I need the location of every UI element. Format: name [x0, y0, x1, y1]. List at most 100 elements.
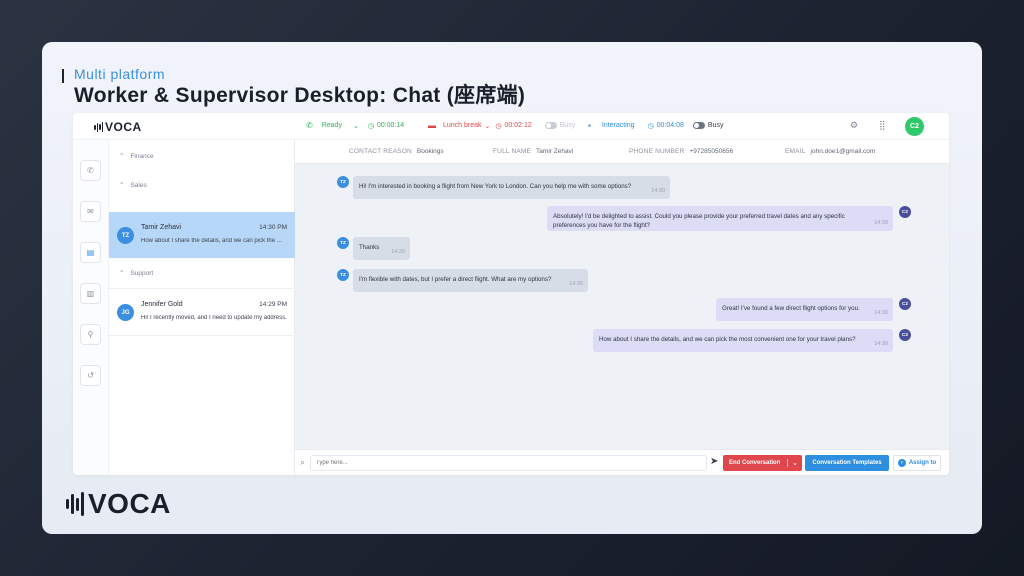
rail-history-button[interactable]: ↺	[80, 365, 101, 386]
message-text: Great! I've found a few direct flight op…	[722, 305, 860, 312]
message-time: 14:30	[874, 341, 888, 347]
message-avatar: C2	[899, 329, 911, 341]
attachment-icon[interactable]: ⌕	[300, 457, 305, 468]
conversation-item[interactable]: JG Jennifer Gold 14:29 PM Hi! I recently…	[109, 289, 295, 335]
chevron-up-icon: ⌃	[119, 182, 125, 189]
conversation-time: 14:29 PM	[259, 301, 287, 308]
contact-info-bar: CONTACT REASON Bookings FULL NAME Tamir Ze…	[295, 140, 949, 164]
group-label: Finance	[130, 152, 154, 160]
dialpad-icon[interactable]: ⣿	[879, 120, 886, 131]
message-time: 14:30	[569, 281, 583, 287]
user-avatar[interactable]: C2	[905, 117, 924, 136]
divider	[109, 335, 295, 336]
rail-phone-button[interactable]: ✆	[80, 160, 101, 181]
conversation-templates-button[interactable]: Conversation Templates	[805, 455, 889, 471]
contact-full-name: FULL NAME Tamir Zehavi	[493, 148, 574, 155]
message-text: Hi! I'm interested in booking a flight f…	[359, 183, 632, 190]
app-logo-text: VOCA	[105, 120, 142, 134]
lunch-label: Lunch break	[443, 122, 482, 129]
chevron-up-icon: ⌃	[119, 270, 125, 277]
message-time: 14:30	[651, 188, 665, 194]
conversation-preview: How about I share the details, and we ca…	[141, 238, 287, 244]
network-icon: ⚲	[87, 330, 94, 339]
assign-to-button[interactable]: › Assign to	[893, 455, 941, 471]
brand-logo: VOCA	[66, 488, 171, 520]
busy-toggle[interactable]	[692, 122, 705, 129]
assign-to-label: Assign to	[908, 460, 937, 466]
message-avatar: TZ	[337, 237, 349, 249]
composer: ⌕ ➤ End Conversation ⌄ Conversation Temp…	[295, 449, 949, 475]
slide-card: Multi platform Worker & Supervisor Deskt…	[42, 42, 982, 534]
chat-icon: ▤	[86, 248, 95, 257]
lunch-busy-label: Busy	[559, 122, 576, 129]
stats-icon: ▥	[86, 289, 95, 298]
chat-pane: CONTACT REASON Bookings FULL NAME Tamir Ze…	[295, 140, 949, 475]
interacting-timer: 00:04:08	[656, 122, 684, 129]
conversation-time: 14:30 PM	[259, 224, 287, 231]
send-icon[interactable]: ➤	[710, 456, 718, 467]
filter-settings-icon[interactable]: ⚙	[850, 120, 858, 131]
interacting-label: Interacting	[601, 122, 635, 129]
chevron-down-icon[interactable]: ⌄	[353, 122, 359, 130]
logo-waves-icon	[66, 492, 84, 516]
avatar: TZ	[117, 227, 134, 244]
clock-icon: ◷	[495, 122, 502, 130]
chevron-up-icon: ⌃	[119, 153, 125, 160]
status-ready[interactable]: ✆ Ready ⌄ ◷ 00:00:14	[306, 121, 404, 130]
phone-icon: ✆	[306, 121, 313, 130]
message-bubble: Hi! I'm interested in booking a flight f…	[353, 176, 670, 199]
message-avatar: TZ	[337, 269, 349, 281]
message-input[interactable]	[310, 455, 707, 471]
end-conversation-button[interactable]: End Conversation ⌄	[723, 455, 802, 471]
brand-logo-text: VOCA	[88, 488, 171, 519]
status-lunch[interactable]: ▬ Lunch break ⌄ ◷ 00:02:12 Busy	[428, 121, 575, 130]
message-avatar: C2	[899, 298, 911, 310]
history-icon: ↺	[87, 371, 94, 380]
ready-timer: 00:00:14	[376, 122, 405, 129]
conversation-preview: Hi! I recently moved, and I need to upda…	[141, 315, 287, 321]
status-interacting[interactable]: ▪ Interacting ◷ 00:04:08 Busy	[588, 121, 723, 130]
lunch-icon: ▬	[428, 121, 436, 130]
conversation-item[interactable]: TZ Tamir Zehavi 14:30 PM How about I sha…	[109, 212, 295, 258]
conversation-name: Jennifer Gold	[141, 301, 183, 308]
message-time: 14:30	[391, 249, 405, 255]
logo-waves-icon	[94, 122, 103, 132]
end-conversation-label: End Conversation	[729, 460, 781, 466]
lunch-busy-toggle[interactable]	[544, 122, 557, 129]
arrow-right-icon: ›	[897, 459, 906, 467]
message-text: Thanks	[359, 244, 380, 251]
message-text: How about I share the details, and we ca…	[599, 336, 856, 343]
avatar: JG	[117, 304, 134, 321]
rail-stats-button[interactable]: ▥	[80, 283, 101, 304]
message-bubble: Great! I've found a few direct flight op…	[716, 298, 893, 321]
rail-network-button[interactable]: ⚲	[80, 324, 101, 345]
message-text: Absolutely! I'd be delighted to assist. …	[553, 213, 845, 229]
group-label: Support	[130, 269, 154, 277]
top-bar: VOCA ✆ Ready ⌄ ◷ 00:00:14 ▬ Lunch break …	[73, 113, 949, 140]
app-logo: VOCA	[94, 120, 142, 134]
phone-icon: ✆	[87, 166, 94, 175]
message-bubble: Thanks 14:30	[353, 237, 410, 260]
chevron-down-icon[interactable]: ⌄	[485, 122, 491, 130]
heading-accent-bar	[62, 69, 64, 83]
contact-phone: PHONE NUMBER +97285050656	[629, 148, 734, 155]
contact-email: EMAIL john.doe1@gmail.com	[785, 148, 876, 155]
clock-icon: ◷	[367, 122, 374, 130]
message-bubble: How about I share the details, and we ca…	[593, 329, 893, 352]
group-sales[interactable]: ⌃ Sales	[119, 181, 147, 190]
app-window: VOCA ✆ Ready ⌄ ◷ 00:00:14 ▬ Lunch break …	[73, 113, 949, 475]
group-support[interactable]: ⌃ Support	[119, 269, 154, 278]
chevron-down-icon[interactable]: ⌄	[787, 459, 802, 467]
group-finance[interactable]: ⌃ Finance	[119, 152, 154, 161]
conversation-list: ⌃ Finance ⌃ Sales TZ Tamir Zehavi 14:30 …	[109, 140, 295, 475]
conversation-name: Tamir Zehavi	[141, 224, 182, 231]
rail-chat-button[interactable]: ▤	[80, 242, 101, 263]
group-label: Sales	[130, 181, 147, 189]
message-time: 14:30	[874, 310, 888, 316]
message-text: I'm flexible with dates, but I prefer a …	[359, 276, 552, 283]
rail-mail-button[interactable]: ✉	[80, 201, 101, 222]
lunch-timer: 00:02:12	[504, 122, 532, 129]
ready-label: Ready	[321, 122, 342, 129]
heading-title: Worker & Supervisor Desktop: Chat (座席端)	[74, 84, 526, 107]
message-bubble: I'm flexible with dates, but I prefer a …	[353, 269, 588, 292]
